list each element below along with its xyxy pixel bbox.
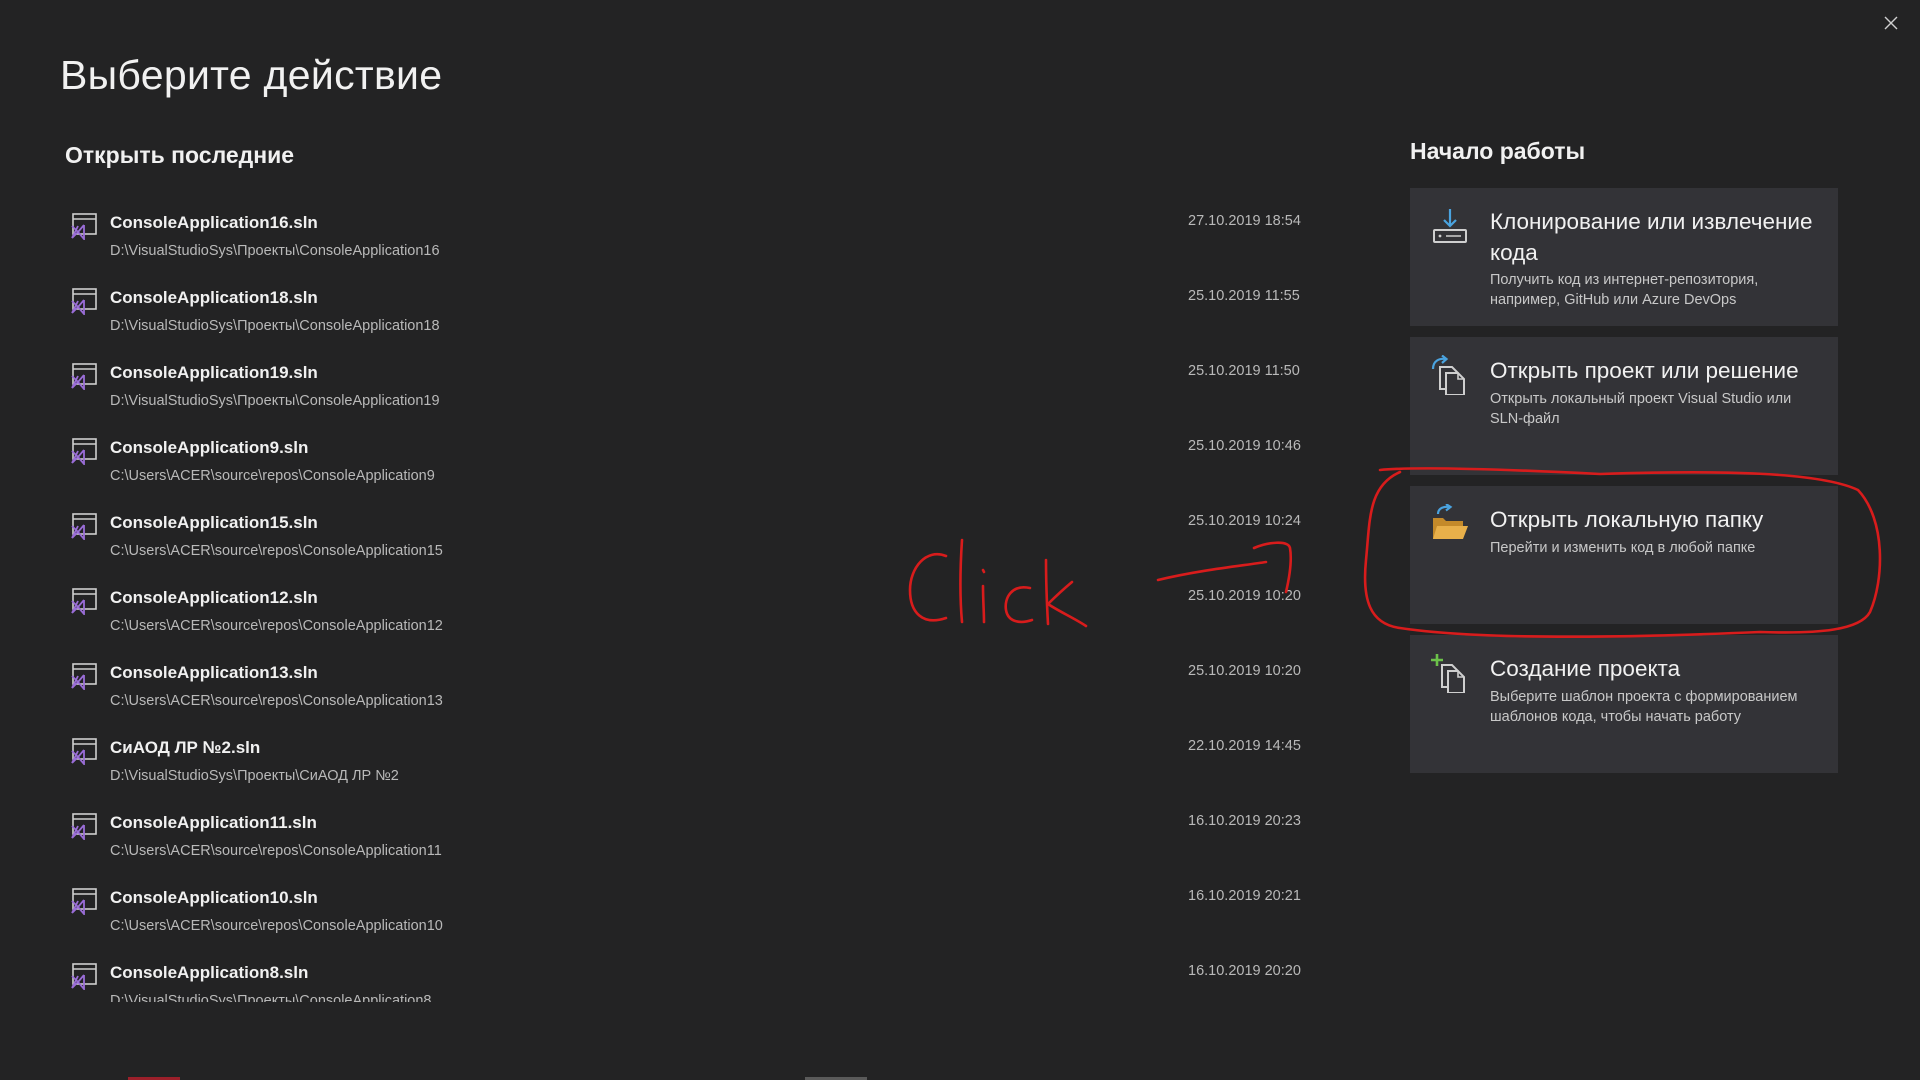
card-title: Открыть локальную папку: [1490, 507, 1764, 532]
recent-item[interactable]: ConsoleApplication18.sln D:\VisualStudioS…: [62, 275, 1312, 350]
recent-item-path: D:\VisualStudioSys\Проекты\ConsoleApplic…: [110, 393, 440, 409]
recent-item[interactable]: ConsoleApplication16.sln D:\VisualStudioS…: [62, 200, 1312, 275]
card-title: Открыть проект или решение: [1490, 358, 1799, 383]
vs-solution-icon: [70, 737, 98, 767]
card-description: Выберите шаблон проекта с формированием …: [1490, 689, 1798, 725]
recent-item-date: 25.10.2019 10:20: [1188, 588, 1301, 604]
vs-solution-icon: [70, 587, 98, 617]
vs-solution-icon: [70, 512, 98, 542]
recent-section-title: Открыть последние: [65, 142, 295, 168]
recent-item-path: D:\VisualStudioSys\Проекты\ConsoleApplic…: [110, 993, 432, 1002]
recent-item[interactable]: ConsoleApplication15.sln C:\Users\ACER\so…: [62, 500, 1312, 575]
recent-item-date: 16.10.2019 20:23: [1188, 813, 1301, 829]
recent-item-date: 25.10.2019 10:20: [1188, 663, 1301, 679]
recent-item[interactable]: ConsoleApplication10.sln C:\Users\ACER\so…: [62, 875, 1312, 950]
clone-repo-card[interactable]: Клонирование или извлечение кода Получит…: [1410, 188, 1838, 326]
recent-item-path: C:\Users\ACER\source\repos\ConsoleApplic…: [110, 543, 443, 559]
recent-item-name: ConsoleApplication16.sln: [110, 213, 318, 232]
recent-item[interactable]: СиАОД ЛР №2.sln D:\VisualStudioSys\Проект…: [62, 725, 1312, 800]
recent-item-name: СиАОД ЛР №2.sln: [110, 738, 261, 757]
recent-item[interactable]: ConsoleApplication9.sln C:\Users\ACER\sou…: [62, 425, 1312, 500]
recent-item[interactable]: ConsoleApplication11.sln C:\Users\ACER\so…: [62, 800, 1312, 875]
close-icon: [1884, 16, 1898, 30]
get-started-title: Начало работы: [1410, 138, 1586, 164]
recent-item-path: C:\Users\ACER\source\repos\ConsoleApplic…: [110, 468, 435, 484]
open-folder-card[interactable]: Открыть локальную папку Перейти и измени…: [1410, 486, 1838, 624]
recent-item-path: D:\VisualStudioSys\Проекты\СиАОД ЛР №2: [110, 768, 399, 784]
recent-item-name: ConsoleApplication8.sln: [110, 963, 309, 982]
recent-item-path: C:\Users\ACER\source\repos\ConsoleApplic…: [110, 693, 443, 709]
recent-item-date: 27.10.2019 18:54: [1188, 213, 1301, 229]
recent-item-date: 22.10.2019 14:45: [1188, 738, 1301, 754]
close-button[interactable]: [1876, 8, 1906, 38]
recent-item-path: D:\VisualStudioSys\Проекты\ConsoleApplic…: [110, 243, 440, 259]
recent-item[interactable]: ConsoleApplication8.sln D:\VisualStudioSy…: [62, 950, 1312, 1002]
recent-item-path: C:\Users\ACER\source\repos\ConsoleApplic…: [110, 918, 443, 934]
vs-solution-icon: [70, 287, 98, 317]
recent-item-date: 25.10.2019 10:24: [1188, 513, 1301, 529]
recent-item-name: ConsoleApplication11.sln: [110, 813, 317, 832]
vs-solution-icon: [70, 212, 98, 242]
recent-item-name: ConsoleApplication12.sln: [110, 588, 318, 607]
card-title: Создание проекта: [1490, 656, 1681, 681]
recent-item-date: 16.10.2019 20:20: [1188, 963, 1301, 979]
recent-item-path: C:\Users\ACER\source\repos\ConsoleApplic…: [110, 843, 442, 859]
new-project-card[interactable]: Создание проекта Выберите шаблон проекта…: [1410, 635, 1838, 773]
recent-item-name: ConsoleApplication19.sln: [110, 363, 318, 382]
recent-item-name: ConsoleApplication18.sln: [110, 288, 318, 307]
card-title: Клонирование или извлечение кода: [1490, 209, 1813, 265]
recent-item[interactable]: ConsoleApplication13.sln C:\Users\ACER\so…: [62, 650, 1312, 725]
vs-solution-icon: [70, 437, 98, 467]
recent-item-name: ConsoleApplication13.sln: [110, 663, 318, 682]
recent-item[interactable]: ConsoleApplication12.sln C:\Users\ACER\so…: [62, 575, 1312, 650]
clone-download-icon: [1430, 206, 1470, 246]
new-project-icon: [1430, 653, 1470, 694]
recent-item-name: ConsoleApplication9.sln: [110, 438, 309, 457]
card-description: Перейти и изменить код в любой папке: [1490, 540, 1756, 556]
vs-solution-icon: [70, 662, 98, 692]
open-project-icon: [1430, 354, 1470, 396]
recent-item-name: ConsoleApplication15.sln: [110, 513, 318, 532]
recent-list: ConsoleApplication16.sln D:\VisualStudioS…: [62, 200, 1312, 1002]
recent-item-date: 25.10.2019 10:46: [1188, 438, 1301, 454]
recent-item-path: C:\Users\ACER\source\repos\ConsoleApplic…: [110, 618, 443, 634]
vs-solution-icon: [70, 887, 98, 917]
start-window: Выберите действие Открыть последние Cons…: [0, 0, 1920, 1080]
open-project-card[interactable]: Открыть проект или решение Открыть локал…: [1410, 337, 1838, 475]
vs-solution-icon: [70, 362, 98, 392]
recent-item[interactable]: ConsoleApplication19.sln D:\VisualStudioS…: [62, 350, 1312, 425]
vs-solution-icon: [70, 812, 98, 842]
recent-item-date: 16.10.2019 20:21: [1188, 888, 1301, 904]
recent-item-date: 25.10.2019 11:50: [1188, 363, 1300, 379]
recent-item-name: ConsoleApplication10.sln: [110, 888, 318, 907]
recent-item-path: D:\VisualStudioSys\Проекты\ConsoleApplic…: [110, 318, 440, 334]
page-title: Выберите действие: [60, 52, 443, 98]
card-description: Открыть локальный проект Visual Studio и…: [1490, 391, 1792, 427]
open-folder-icon: [1430, 503, 1470, 544]
recent-item-date: 25.10.2019 11:55: [1188, 288, 1300, 304]
vs-solution-icon: [70, 962, 98, 992]
card-description: Получить код из интернет-репозитория, на…: [1490, 272, 1759, 308]
